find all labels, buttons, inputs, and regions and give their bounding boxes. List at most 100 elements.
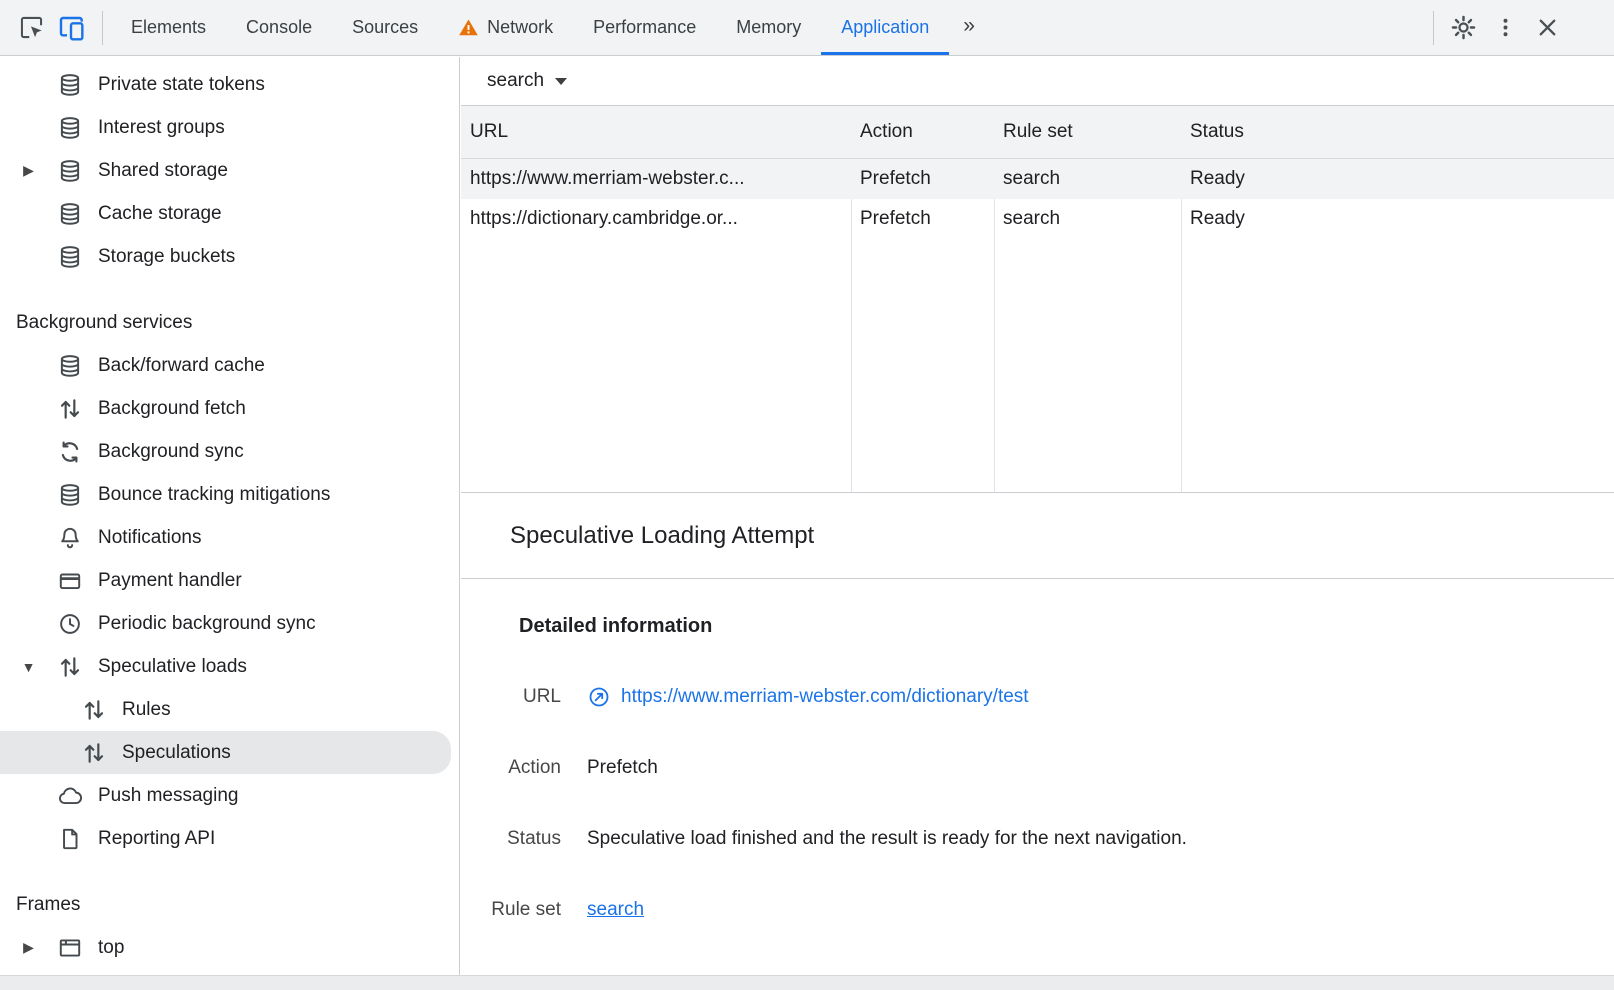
- section-header-background-services: Background services: [0, 301, 459, 344]
- sync-arrows-icon: [57, 439, 83, 465]
- sidebar-item-label: Notifications: [98, 527, 202, 549]
- sidebar-item-label: Back/forward cache: [98, 355, 265, 377]
- arrows-up-down-icon: [57, 654, 83, 680]
- sidebar-item-background-sync[interactable]: Background sync: [0, 430, 459, 473]
- bell-icon: [57, 525, 83, 551]
- toolbar-right-controls: [1425, 7, 1614, 49]
- chevron-down-icon: [555, 78, 567, 85]
- sidebar-item-speculative-loads[interactable]: ▼ Speculative loads: [0, 645, 459, 688]
- tab-performance[interactable]: Performance: [573, 0, 716, 55]
- more-tabs-button[interactable]: »: [949, 0, 989, 55]
- sidebar-item-payment-handler[interactable]: Payment handler: [0, 559, 459, 602]
- speculations-view: search URL Action Rule set Status https:…: [461, 57, 1614, 975]
- cell-rule-set: search: [994, 208, 1181, 230]
- database-icon: [57, 72, 83, 98]
- inspect-element-button[interactable]: [10, 7, 52, 49]
- chevron-down-icon[interactable]: ▼: [0, 659, 57, 675]
- sidebar-item-periodic-background-sync[interactable]: Periodic background sync: [0, 602, 459, 645]
- sidebar-item-notifications[interactable]: Notifications: [0, 516, 459, 559]
- cloud-icon: [57, 783, 83, 809]
- report-title: Speculative Loading Attempt: [461, 493, 1614, 579]
- table-header-row: URL Action Rule set Status: [461, 106, 1614, 159]
- speculations-table: URL Action Rule set Status https://www.m…: [461, 106, 1614, 493]
- chevron-right-icon[interactable]: ▶: [0, 939, 57, 956]
- tab-application[interactable]: Application: [821, 0, 949, 55]
- customize-devtools-button[interactable]: [1484, 7, 1526, 49]
- devtools-toolbar: Elements Console Sources Network Perform…: [0, 0, 1614, 56]
- cell-action: Prefetch: [851, 168, 994, 190]
- clock-icon: [57, 611, 83, 637]
- sidebar-item-shared-storage[interactable]: ▶ Shared storage: [0, 149, 459, 192]
- column-header-url[interactable]: URL: [461, 121, 851, 143]
- sidebar-item-bounce-tracking-mitigations[interactable]: Bounce tracking mitigations: [0, 473, 459, 516]
- reveal-in-network-icon[interactable]: [587, 685, 611, 709]
- arrows-up-down-icon: [81, 697, 107, 723]
- device-toolbar-button[interactable]: [52, 7, 94, 49]
- tab-sources[interactable]: Sources: [332, 0, 438, 55]
- sidebar-item-storage-buckets[interactable]: Storage buckets: [0, 235, 459, 278]
- warning-triangle-icon: [458, 17, 479, 38]
- payment-card-icon: [57, 568, 83, 594]
- sidebar-item-label: Private state tokens: [98, 74, 265, 96]
- sidebar-item-back-forward-cache[interactable]: Back/forward cache: [0, 344, 459, 387]
- database-icon: [57, 244, 83, 270]
- column-header-action[interactable]: Action: [851, 121, 994, 143]
- table-row[interactable]: https://www.merriam-webster.c... Prefetc…: [461, 159, 1614, 199]
- sidebar-item-label: Periodic background sync: [98, 613, 316, 635]
- kebab-menu-icon: [1493, 15, 1518, 40]
- sidebar-item-interest-groups[interactable]: Interest groups: [0, 106, 459, 149]
- tab-console[interactable]: Console: [226, 0, 332, 55]
- sidebar-item-push-messaging[interactable]: Push messaging: [0, 774, 459, 817]
- sidebar-item-top-frame[interactable]: ▶ top: [0, 926, 459, 969]
- database-icon: [57, 353, 83, 379]
- column-header-rule-set[interactable]: Rule set: [994, 121, 1181, 143]
- cell-rule-set: search: [994, 168, 1181, 190]
- ruleset-label: Rule set: [461, 899, 561, 921]
- sidebar-item-background-fetch[interactable]: Background fetch: [0, 387, 459, 430]
- sidebar-item-private-state-tokens[interactable]: Private state tokens: [0, 63, 459, 106]
- tab-elements[interactable]: Elements: [111, 0, 226, 55]
- cell-url: https://dictionary.cambridge.or...: [461, 208, 851, 230]
- sidebar-item-label: Bounce tracking mitigations: [98, 484, 330, 506]
- sidebar-item-label: Shared storage: [98, 160, 228, 182]
- database-icon: [57, 201, 83, 227]
- sidebar-item-label: Rules: [122, 699, 171, 721]
- section-header-frames: Frames: [0, 883, 459, 926]
- detail-section-heading: Detailed information: [519, 615, 1614, 638]
- column-header-status[interactable]: Status: [1181, 121, 1614, 143]
- sidebar-item-label: Background sync: [98, 441, 244, 463]
- ruleset-link[interactable]: search: [587, 899, 644, 921]
- tab-memory[interactable]: Memory: [716, 0, 821, 55]
- tab-label: Network: [487, 17, 553, 38]
- tab-network[interactable]: Network: [438, 0, 573, 55]
- tab-label: Elements: [131, 17, 206, 38]
- sidebar-item-reporting-api[interactable]: Reporting API: [0, 817, 459, 860]
- ruleset-filter-dropdown[interactable]: search: [487, 70, 567, 92]
- sidebar-item-label: Storage buckets: [98, 246, 235, 268]
- sidebar-item-rules[interactable]: Rules: [0, 688, 459, 731]
- url-label: URL: [461, 686, 561, 708]
- sidebar-item-cache-storage[interactable]: Cache storage: [0, 192, 459, 235]
- sidebar-item-label: Speculative loads: [98, 656, 247, 678]
- url-value-link[interactable]: https://www.merriam-webster.com/dictiona…: [621, 686, 1029, 708]
- arrows-up-down-icon: [81, 740, 107, 766]
- devtools-window: Elements Console Sources Network Perform…: [0, 0, 1614, 990]
- sidebar-item-speculations[interactable]: Speculations: [0, 731, 451, 774]
- close-devtools-button[interactable]: [1526, 7, 1568, 49]
- tab-label: Sources: [352, 17, 418, 38]
- inspect-cursor-icon: [18, 14, 45, 41]
- table-row[interactable]: https://dictionary.cambridge.or... Prefe…: [461, 199, 1614, 239]
- ruleset-filter-value: search: [487, 70, 544, 92]
- speculations-filter-bar: search: [461, 57, 1614, 106]
- settings-button[interactable]: [1442, 7, 1484, 49]
- action-label: Action: [461, 757, 561, 779]
- speculation-detail-pane: Detailed information URL https://www.mer…: [461, 579, 1614, 975]
- cell-status: Ready: [1181, 168, 1614, 190]
- chevron-right-icon[interactable]: ▶: [0, 162, 57, 179]
- sidebar-item-label: Interest groups: [98, 117, 225, 139]
- sidebar-item-label: top: [98, 937, 124, 959]
- status-label: Status: [461, 828, 561, 850]
- tab-label: Performance: [593, 17, 696, 38]
- arrows-up-down-icon: [57, 396, 83, 422]
- horizontal-scrollbar[interactable]: [0, 975, 1614, 990]
